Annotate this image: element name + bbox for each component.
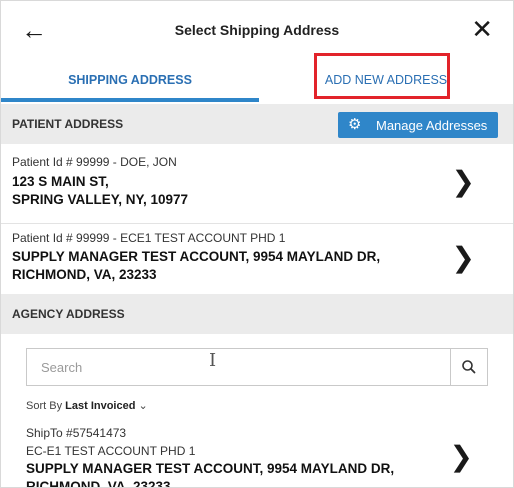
section-label: PATIENT ADDRESS: [12, 117, 124, 131]
address-line-2: SPRING VALLEY, NY, 10977: [12, 192, 189, 207]
close-icon[interactable]: ✕: [471, 15, 493, 43]
section-label: AGENCY ADDRESS: [12, 307, 125, 321]
active-tab-indicator: [1, 98, 259, 102]
address-line-1: SUPPLY MANAGER TEST ACCOUNT, 9954 MAYLAN…: [26, 461, 395, 476]
chevron-down-icon: ⌄: [138, 400, 148, 412]
chevron-right-icon: ❯: [451, 165, 475, 198]
manage-addresses-label: Manage Addresses: [376, 118, 488, 133]
address-line-1: SUPPLY MANAGER TEST ACCOUNT, 9954 MAYLAN…: [12, 249, 381, 264]
search-icon: [462, 360, 476, 374]
sort-by-value: Last Invoiced: [65, 400, 136, 412]
dialog-title: Select Shipping Address: [174, 22, 340, 38]
address-line-2: RICHMOND, VA, 23233: [26, 479, 171, 488]
patient-id: Patient Id # 99999 - DOE, JON: [12, 155, 177, 169]
text-cursor-icon: I: [209, 350, 217, 371]
search-button[interactable]: [450, 349, 487, 385]
patient-address-header: PATIENT ADDRESS ⚙ Manage Addresses: [1, 104, 513, 144]
sort-by-control[interactable]: Sort By Last Invoiced ⌄: [26, 399, 148, 412]
search-input[interactable]: [27, 349, 452, 385]
shipping-address-dialog: ← Select Shipping Address ✕ SHIPPING ADD…: [0, 0, 514, 488]
tab-shipping-address[interactable]: SHIPPING ADDRESS: [1, 60, 259, 101]
search-box: [26, 348, 488, 386]
patient-address-item[interactable]: Patient Id # 99999 - DOE, JON 123 S MAIN…: [1, 144, 513, 224]
gear-icon: ⚙: [348, 116, 362, 133]
address-line-2: RICHMOND, VA, 23233: [12, 267, 157, 282]
account-name: EC-E1 TEST ACCOUNT PHD 1: [26, 444, 196, 458]
patient-address-item[interactable]: Patient Id # 99999 - ECE1 TEST ACCOUNT P…: [1, 224, 513, 295]
chevron-right-icon: ❯: [451, 241, 475, 274]
sort-by-prefix: Sort By: [26, 400, 63, 412]
shipto-number: ShipTo #57541473: [26, 426, 127, 440]
manage-addresses-button[interactable]: ⚙ Manage Addresses: [338, 112, 498, 138]
address-line-1: 123 S MAIN ST,: [12, 174, 109, 189]
patient-id: Patient Id # 99999 - ECE1 TEST ACCOUNT P…: [12, 231, 286, 245]
chevron-right-icon: ❯: [449, 440, 473, 473]
highlight-box: [314, 53, 450, 99]
dialog-header: ← Select Shipping Address ✕: [1, 1, 513, 60]
agency-address-header: AGENCY ADDRESS: [1, 294, 513, 334]
